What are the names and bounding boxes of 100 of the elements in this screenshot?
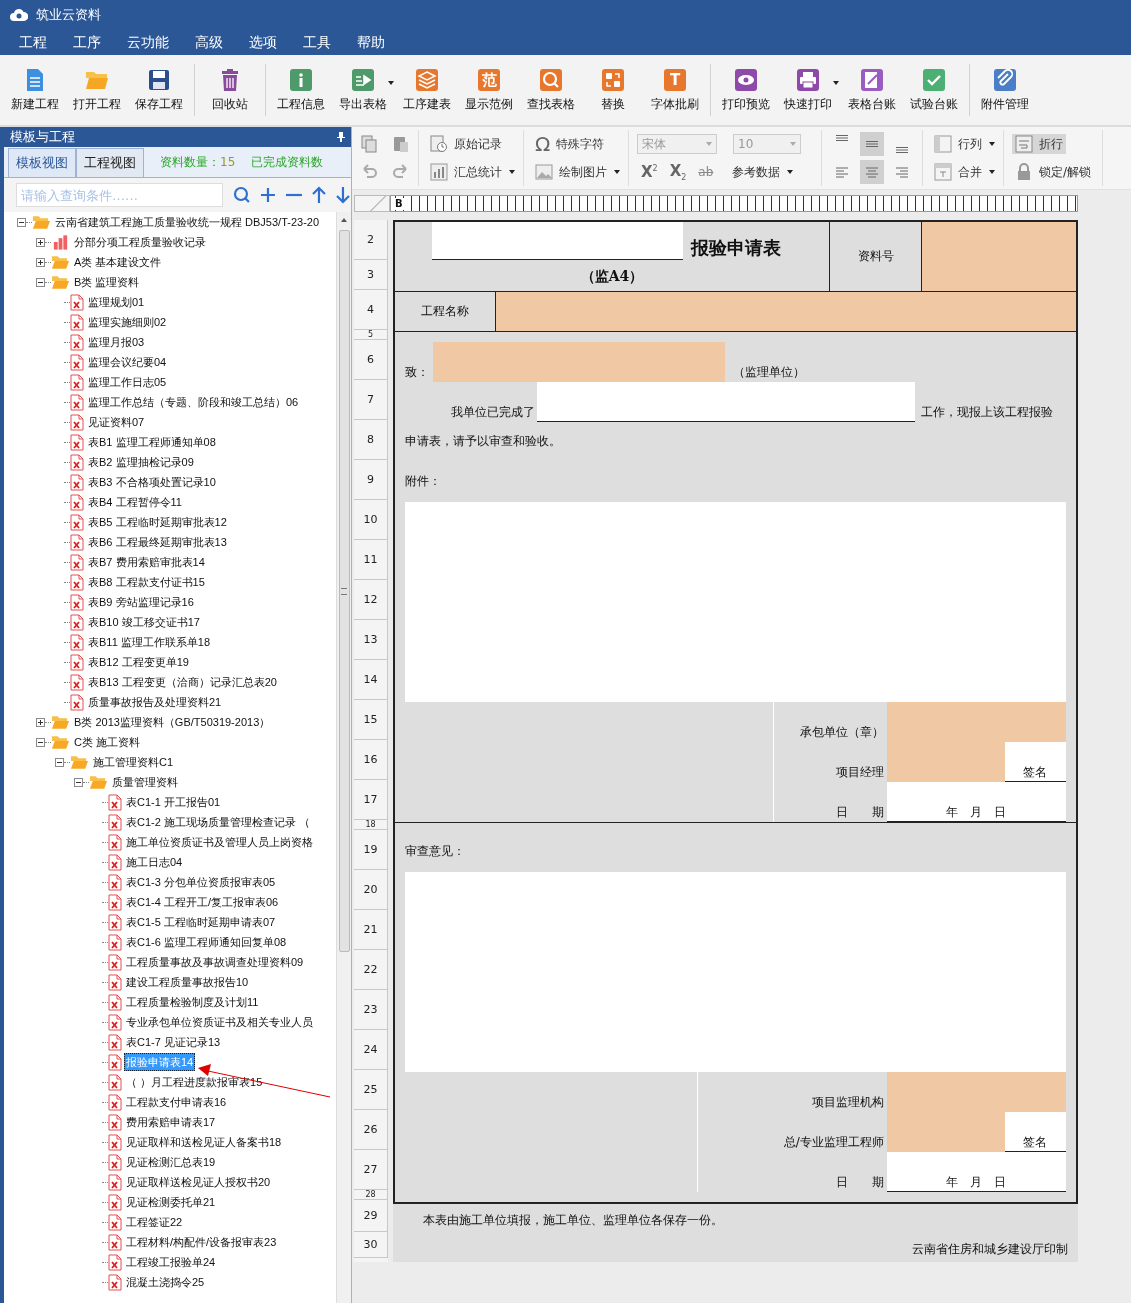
toolbar-button[interactable]: 折行 xyxy=(1012,134,1066,154)
dropdown-caret-icon[interactable] xyxy=(388,81,394,85)
tree-item[interactable]: B类 监理资料 xyxy=(72,273,142,291)
tree-item[interactable]: 施工管理资料C1 xyxy=(91,753,176,771)
doc-number-field[interactable] xyxy=(922,222,1076,291)
superscript-button[interactable]: X$^{2}$ xyxy=(637,163,662,181)
row-number[interactable]: 15 xyxy=(354,700,388,740)
paste-icon[interactable] xyxy=(392,135,410,153)
toolbar-button[interactable]: 锁定/解锁 xyxy=(1012,162,1095,182)
row-number[interactable]: 6 xyxy=(354,340,388,380)
expand-toggle[interactable] xyxy=(36,277,45,287)
tree-item[interactable]: 表B1 监理工程师通知单08 xyxy=(86,433,218,451)
tree-item[interactable]: 表B6 工程最终延期审批表13 xyxy=(86,533,229,551)
tab[interactable]: 模板视图 xyxy=(8,148,76,177)
tree-item[interactable]: 工程材料/构配件/设备报审表23 xyxy=(124,1233,279,1251)
tree-item[interactable]: 表B3 不合格项处置记录10 xyxy=(86,473,218,491)
up-arrow-icon[interactable] xyxy=(311,186,328,204)
dropdown-caret-icon[interactable] xyxy=(989,142,995,146)
tree-item[interactable]: 监理工作总结（专题、阶段和竣工总结）06 xyxy=(86,393,301,411)
tree-item[interactable]: 建设工程质量事故报告10 xyxy=(124,973,251,991)
tree-item[interactable]: 表C1-3 分包单位资质报审表05 xyxy=(124,873,278,891)
tree-item[interactable]: 见证检测汇总表19 xyxy=(124,1153,218,1171)
menu-item[interactable]: 云功能 xyxy=(114,31,182,54)
row-number[interactable]: 26 xyxy=(354,1110,388,1150)
menu-item[interactable]: 高级 xyxy=(182,31,236,54)
align-middle-button[interactable] xyxy=(860,132,884,156)
toolbar-button[interactable]: 导出表格 xyxy=(332,65,394,115)
expand-toggle[interactable] xyxy=(36,717,45,727)
tree-item[interactable]: 质量事故报告及处理资料21 xyxy=(86,693,224,711)
toolbar-button[interactable]: 绘制图片 xyxy=(532,162,610,182)
pin-icon[interactable] xyxy=(337,132,345,142)
work-field[interactable] xyxy=(537,382,915,422)
toolbar-button[interactable]: 附件管理 xyxy=(974,65,1036,115)
row-number[interactable]: 12 xyxy=(354,580,388,620)
minus-icon[interactable] xyxy=(285,193,304,197)
row-number[interactable]: 7 xyxy=(354,380,388,420)
dropdown-caret-icon[interactable] xyxy=(614,170,620,174)
row-number[interactable]: 28 xyxy=(354,1190,388,1200)
tree-item[interactable]: 表B4 工程暂停令11 xyxy=(86,493,184,511)
tree-item[interactable]: 工程竣工报验单24 xyxy=(124,1253,218,1271)
tree-item[interactable]: 监理工作日志05 xyxy=(86,373,169,391)
tree-item[interactable]: 表B11 监理工作联系单18 xyxy=(86,633,213,651)
menu-item[interactable]: 工程 xyxy=(6,31,60,54)
row-number[interactable]: 29 xyxy=(354,1200,388,1232)
subscript-button[interactable]: X$_{2}$ xyxy=(665,162,691,182)
tree-item[interactable]: 表B2 监理抽检记录09 xyxy=(86,453,196,471)
row-number[interactable]: 5 xyxy=(354,330,388,340)
expand-toggle[interactable] xyxy=(36,257,45,267)
row-number[interactable]: 14 xyxy=(354,660,388,700)
tree-item[interactable]: 专业承包单位资质证书及相关专业人员 xyxy=(124,1013,315,1031)
search-field[interactable]: 请输入查询条件…… xyxy=(16,183,224,207)
toolbar-button[interactable]: Ω 特殊字符 xyxy=(532,133,608,155)
tree-item[interactable]: 工程质量事故及事故调查处理资料09 xyxy=(124,953,306,971)
date-field[interactable]: 年 月 日 xyxy=(886,782,1066,822)
row-number[interactable]: 16 xyxy=(354,740,388,780)
tree-item[interactable]: 表B13 工程变更（洽商）记录汇总表20 xyxy=(86,673,279,691)
menu-item[interactable]: 工具 xyxy=(290,31,344,54)
expand-toggle[interactable] xyxy=(36,237,45,247)
toolbar-button[interactable]: 行列 xyxy=(931,134,985,154)
expand-toggle[interactable] xyxy=(74,777,83,787)
row-number[interactable]: 25 xyxy=(354,1070,388,1110)
tree-item[interactable]: 监理月报03 xyxy=(86,333,147,351)
project-name-field[interactable] xyxy=(496,292,1076,331)
row-number[interactable]: 11 xyxy=(354,540,388,580)
tree-item[interactable]: 监理会议纪要04 xyxy=(86,353,169,371)
toolbar-button[interactable]: 试验台账 xyxy=(903,65,965,115)
toolbar-button[interactable]: 汇总统计 xyxy=(427,162,505,182)
toolbar-button[interactable]: 工程信息 xyxy=(270,65,332,115)
menu-item[interactable]: 工序 xyxy=(60,31,114,54)
toolbar-button[interactable]: T 字体批刷 xyxy=(644,65,706,115)
down-arrow-icon[interactable] xyxy=(335,186,351,204)
tree-item[interactable]: 表C1-4 工程开工/复工报审表06 xyxy=(124,893,281,911)
scrollbar[interactable] xyxy=(336,212,351,1303)
row-number[interactable]: 3 xyxy=(354,260,388,290)
menu-item[interactable]: 帮助 xyxy=(344,31,398,54)
contractor-field[interactable] xyxy=(886,702,1066,742)
date-field[interactable]: 年 月 日 xyxy=(886,1152,1066,1192)
tree-item[interactable]: 混凝土浇捣令25 xyxy=(124,1273,207,1291)
tree-item[interactable]: 费用索赔申请表17 xyxy=(124,1113,218,1131)
toolbar-button[interactable]: 查找表格 xyxy=(520,65,582,115)
reference-data-button[interactable]: 参考数据 xyxy=(729,162,784,182)
row-number[interactable]: 8 xyxy=(354,420,388,460)
tree-item[interactable]: A类 基本建设文件 xyxy=(72,253,164,271)
tree-item[interactable]: 表B5 工程临时延期审批表12 xyxy=(86,513,229,531)
toolbar-button[interactable]: 打印预览 xyxy=(715,65,777,115)
tree-item[interactable]: 云南省建筑工程施工质量验收统一规程 DBJ53/T-23-20 xyxy=(53,213,322,231)
copy-icon[interactable] xyxy=(360,135,378,153)
tree-item[interactable]: 表C1-6 监理工程师通知回复单08 xyxy=(124,933,289,951)
tree-item[interactable]: 见证取样送检见证人授权书20 xyxy=(124,1173,273,1191)
row-number[interactable]: 17 xyxy=(354,780,388,820)
expand-toggle[interactable] xyxy=(36,737,45,747)
row-number[interactable]: 4 xyxy=(354,290,388,330)
dropdown-caret-icon[interactable] xyxy=(509,170,515,174)
row-number[interactable]: 24 xyxy=(354,1030,388,1070)
tree-item[interactable]: 见证检测委托单21 xyxy=(124,1193,218,1211)
row-number[interactable]: 27 xyxy=(354,1150,388,1190)
tree-item[interactable]: 见证取样和送检见证人备案书18 xyxy=(124,1133,284,1151)
expand-toggle[interactable] xyxy=(17,217,26,227)
toolbar-button[interactable]: 表格台账 xyxy=(841,65,903,115)
tree-item[interactable]: 表C1-1 开工报告01 xyxy=(124,793,223,811)
